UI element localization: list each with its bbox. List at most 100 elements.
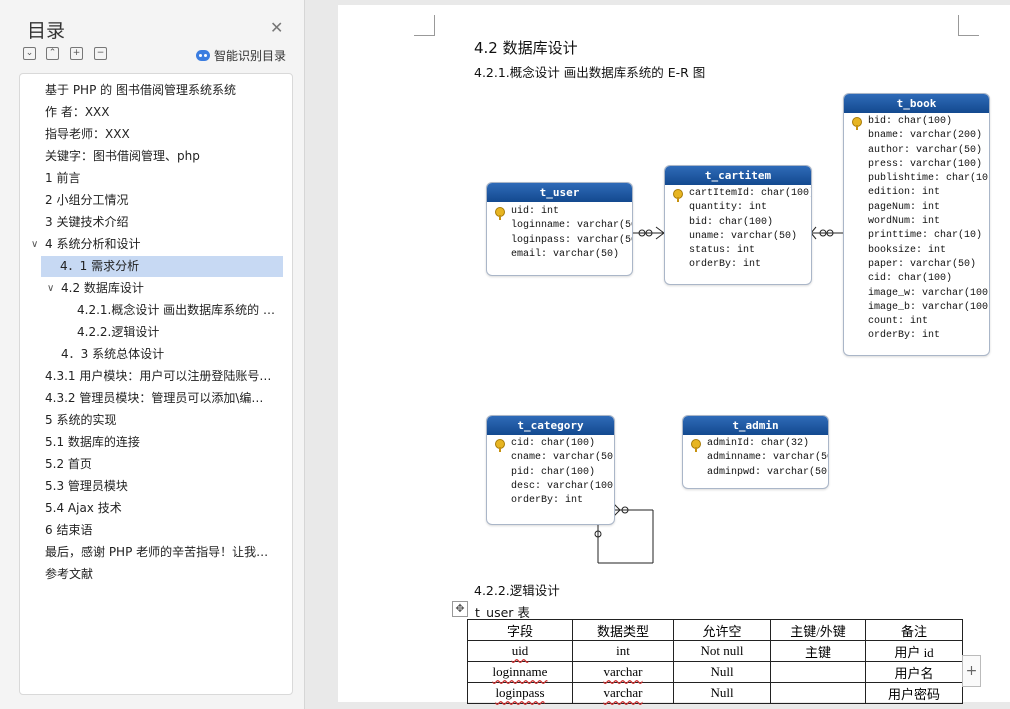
ai-toc-button[interactable]: 智能识别目录 [196,47,286,64]
toc-item[interactable]: 5 系统的实现 [45,410,285,431]
er-field: pid: char(100) [511,466,596,478]
table-cell: 用户名 [865,661,963,683]
er-table-name: t_user [487,183,632,202]
er-field: adminpwd: varchar(50) [707,466,829,478]
er-field: email: varchar(50) [511,248,620,260]
table-cell: 主键 [770,640,866,662]
table-header-cell: 允许空 [673,619,771,641]
er-field: cid: char(100) [868,273,953,285]
er-field-pk: bid: char(100) [844,115,989,130]
er-field: adminname: varchar(50) [707,452,829,464]
table-cell: loginpass [467,682,573,704]
table-cell: loginname [467,661,573,683]
table-cell: Null [673,682,771,704]
primary-key-icon [495,207,505,220]
remove-heading-icon[interactable]: − [94,47,107,60]
er-field-pk: adminId: char(32) [683,437,828,452]
ai-toc-label: 智能识别目录 [214,49,287,63]
table-row: loginpass varchar Null 用户密码 [467,682,963,704]
toc-item[interactable]: 最后，感谢 PHP 老师的辛苦指导！让我们学到了很多 [45,542,273,563]
toc-item[interactable]: 4.2 数据库设计 [61,278,301,299]
er-field: pageNum: int [868,201,941,213]
er-field: image_w: varchar(100) [868,287,990,299]
toc-item[interactable]: 5.2 首页 [45,454,285,475]
er-field: printtime: char(10) [868,230,983,242]
table-header-cell: 备注 [865,619,963,641]
toc-item[interactable]: 参考文献 [45,564,285,585]
toc-item[interactable]: 5.3 管理员模块 [45,476,285,497]
er-table-t-admin[interactable]: t_admin adminId: char(32) adminname: var… [682,415,829,489]
er-field: loginname: varchar(50) [511,220,633,232]
toc-item[interactable]: 1 前言 [45,168,285,189]
er-table-t-category[interactable]: t_category cid: char(100) cname: varchar… [486,415,615,525]
er-field: uname: varchar(50) [689,230,798,242]
document-page: 4.2 数据库设计 4.2.1.概念设计 画出数据库系统的 E-R 图 t_us… [338,5,1010,704]
er-field: wordNum: int [868,216,941,228]
toc-item[interactable]: 3 关键技术介绍 [45,212,285,233]
er-field: image_b: varchar(100) [868,301,990,313]
er-field: author: varchar(50) [868,144,983,156]
toc-item[interactable]: 2 小组分工情况 [45,190,285,211]
table-header-cell: 字段 [467,619,573,641]
er-field: paper: varchar(50) [868,258,977,270]
primary-key-icon [852,117,862,130]
toc-item[interactable]: 关键字：图书借阅管理、php [45,146,285,167]
close-icon[interactable]: ✕ [270,18,283,37]
toc-item[interactable]: 6 结束语 [45,520,285,541]
expand-up-icon[interactable]: ⌃ [46,47,59,60]
er-field: edition: int [868,187,941,199]
table-cell: varchar [572,661,674,683]
er-table-t-cartitem[interactable]: t_cartitem cartItemId: char(100) quantit… [664,165,812,285]
er-field: cname: varchar(50) [511,452,615,464]
toc-item[interactable]: 4.2.2.逻辑设计 [77,322,317,343]
toc-list: 基于 PHP 的 图书借阅管理系统系统 作 者：XXX 指导老师：XXX 关键字… [19,73,293,695]
sidebar-title: 目录 [27,20,66,42]
table-row: uid int Not null 主键 用户 id [467,640,963,662]
toc-item[interactable]: 5.4 Ajax 技术 [45,498,285,519]
er-table-t-user[interactable]: t_user uid: int loginname: varchar(50) l… [486,182,633,276]
table-header-cell: 主键/外键 [770,619,866,641]
toc-item[interactable]: 5.1 数据库的连接 [45,432,285,453]
toc-sidebar: 目录 ✕ ⌄ ⌃ + − 智能识别目录 基于 PHP 的 图书借阅管理系统系统 … [0,0,305,709]
er-field-pk: cartItemId: char(100) [665,187,811,202]
toc-item[interactable]: 4.3.1 用户模块：用户可以注册登陆账号，可以查看书籍详情 [45,366,273,387]
table-header-row: 字段 数据类型 允许空 主键/外键 备注 [467,619,963,641]
chevron-down-icon[interactable]: ∨ [31,239,38,250]
collapse-all-icon[interactable]: ⌄ [23,47,36,60]
primary-key-icon [691,439,701,452]
toc-item[interactable]: 作 者：XXX [45,102,285,123]
toc-item[interactable]: 4.2.1.概念设计 画出数据库系统的 E-R 图 [77,300,282,321]
toc-item-selected[interactable]: 4．1 需求分析 [41,256,283,277]
add-row-button[interactable]: + [962,655,981,687]
robot-icon [196,50,210,61]
table-cell [770,661,866,683]
primary-key-icon [495,439,505,452]
er-field: count: int [868,316,929,328]
table-move-handle-icon[interactable]: ✥ [452,601,468,617]
toc-item[interactable]: 4 系统分析和设计 [45,234,285,255]
table-cell: Null [673,661,771,683]
er-field: quantity: int [689,202,768,214]
toc-item[interactable]: 4．3 系统总体设计 [61,344,301,365]
er-field: publishtime: char(10) [868,173,990,185]
add-heading-icon[interactable]: + [70,47,83,60]
er-field: orderBy: int [689,259,762,271]
toc-item[interactable]: 4.3.2 管理员模块：管理员可以添加\编辑\删除书籍 [45,388,273,409]
table-cell: varchar [572,682,674,704]
er-table-t-book[interactable]: t_book bid: char(100) bname: varchar(200… [843,93,990,356]
er-field: bid: char(100) [689,216,774,228]
table-cell: Not null [673,640,771,662]
er-table-name: t_book [844,94,989,113]
table-row: loginname varchar Null 用户名 [467,661,963,683]
er-field: loginpass: varchar(50) [511,234,633,246]
toc-item[interactable]: 指导老师：XXX [45,124,285,145]
er-field: orderBy: int [511,495,584,507]
er-field: bname: varchar(200) [868,130,983,142]
toc-item[interactable]: 基于 PHP 的 图书借阅管理系统系统 [45,80,285,101]
er-table-name: t_category [487,416,614,435]
er-field: press: varchar(100) [868,158,983,170]
er-field: orderBy: int [868,330,941,342]
chevron-down-icon[interactable]: ∨ [47,283,54,294]
er-table-name: t_cartitem [665,166,811,185]
heading-4-2-2: 4.2.2.逻辑设计 [474,583,560,598]
